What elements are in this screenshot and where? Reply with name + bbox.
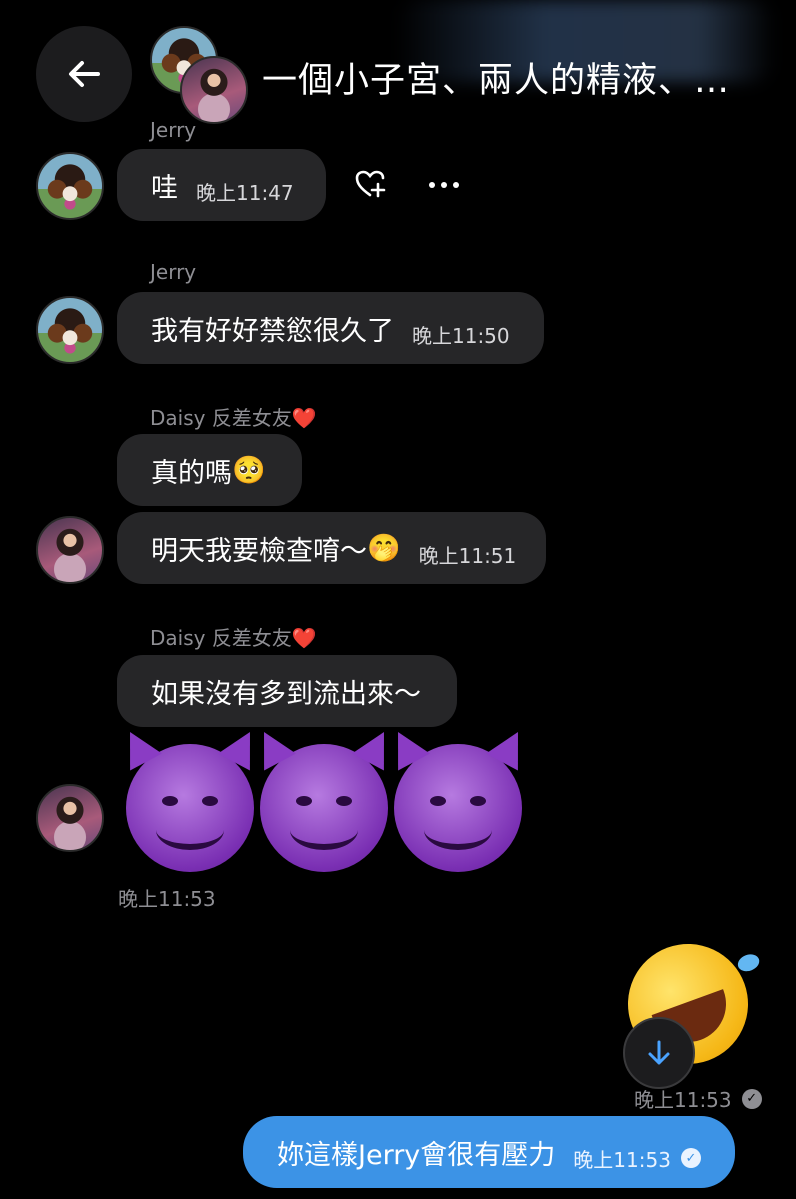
- heart-add-icon[interactable]: [354, 168, 386, 207]
- message-text: 明天我要檢查唷～: [151, 535, 367, 567]
- more-options-icon[interactable]: [428, 164, 460, 199]
- message-status: 晚上11:53 ✓: [634, 1084, 762, 1113]
- group-avatar-daisy[interactable]: [180, 56, 248, 124]
- smiling-imp-icon: [382, 723, 534, 872]
- message-text: 真的嗎: [151, 457, 232, 489]
- message-time: 晚上11:53: [634, 1088, 732, 1112]
- sender-name: Jerry: [150, 118, 197, 142]
- chat-title[interactable]: 一個小子宮、兩人的精液、…: [262, 52, 730, 103]
- smiling-imp-icon: [114, 723, 266, 872]
- read-check-icon: ✓: [741, 1088, 762, 1109]
- message-time: 晚上11:53: [573, 1147, 671, 1172]
- avatar[interactable]: [36, 296, 104, 364]
- message-time: 晚上11:53: [118, 887, 216, 911]
- pleading-face-emoji: 🥺: [232, 455, 266, 486]
- heart-emoji: ❤️: [291, 626, 317, 650]
- avatar[interactable]: [36, 152, 104, 220]
- message-bubble-outgoing[interactable]: 妳這樣Jerry會很有壓力 晚上11:53 ✓: [243, 1116, 735, 1188]
- back-button[interactable]: [36, 26, 132, 122]
- avatar[interactable]: [36, 516, 104, 584]
- sender-name: Jerry: [150, 260, 197, 284]
- emoji-message[interactable]: [114, 723, 534, 872]
- scroll-to-bottom-button[interactable]: [623, 1017, 695, 1089]
- arrow-down-icon: [648, 1040, 670, 1065]
- arrow-left-icon: [69, 61, 100, 87]
- smiling-imp-icon: [248, 723, 400, 872]
- message-bubble[interactable]: 哇 晚上11:47: [117, 149, 326, 221]
- message-bubble[interactable]: 我有好好禁慾很久了 晚上11:50: [117, 292, 544, 364]
- sender-name: Daisy 反差女友❤️: [150, 402, 317, 431]
- hand-over-mouth-emoji: 🤭: [367, 533, 401, 564]
- message-time: 晚上11:47: [196, 180, 294, 205]
- message-time: 晚上11:51: [418, 543, 517, 568]
- sender-name-text: Daisy 反差女友: [150, 626, 292, 650]
- message-bubble[interactable]: 明天我要檢查唷～ 🤭 晚上11:51: [117, 512, 547, 584]
- sender-name-text: Daisy 反差女友: [150, 406, 292, 430]
- heart-emoji: ❤️: [291, 406, 317, 430]
- message-text: 如果沒有多到流出來～: [151, 678, 421, 710]
- sender-name: Daisy 反差女友❤️: [150, 622, 317, 651]
- message-text: 哇: [151, 172, 178, 204]
- message-text: 妳這樣Jerry會很有壓力: [277, 1139, 556, 1171]
- message-bubble[interactable]: 真的嗎 🥺: [117, 434, 302, 506]
- read-check-icon: ✓: [680, 1148, 701, 1168]
- message-time: 晚上11:50: [412, 323, 510, 348]
- message-text: 我有好好禁慾很久了: [151, 315, 394, 347]
- message-bubble[interactable]: 如果沒有多到流出來～: [117, 655, 457, 727]
- avatar[interactable]: [36, 784, 104, 852]
